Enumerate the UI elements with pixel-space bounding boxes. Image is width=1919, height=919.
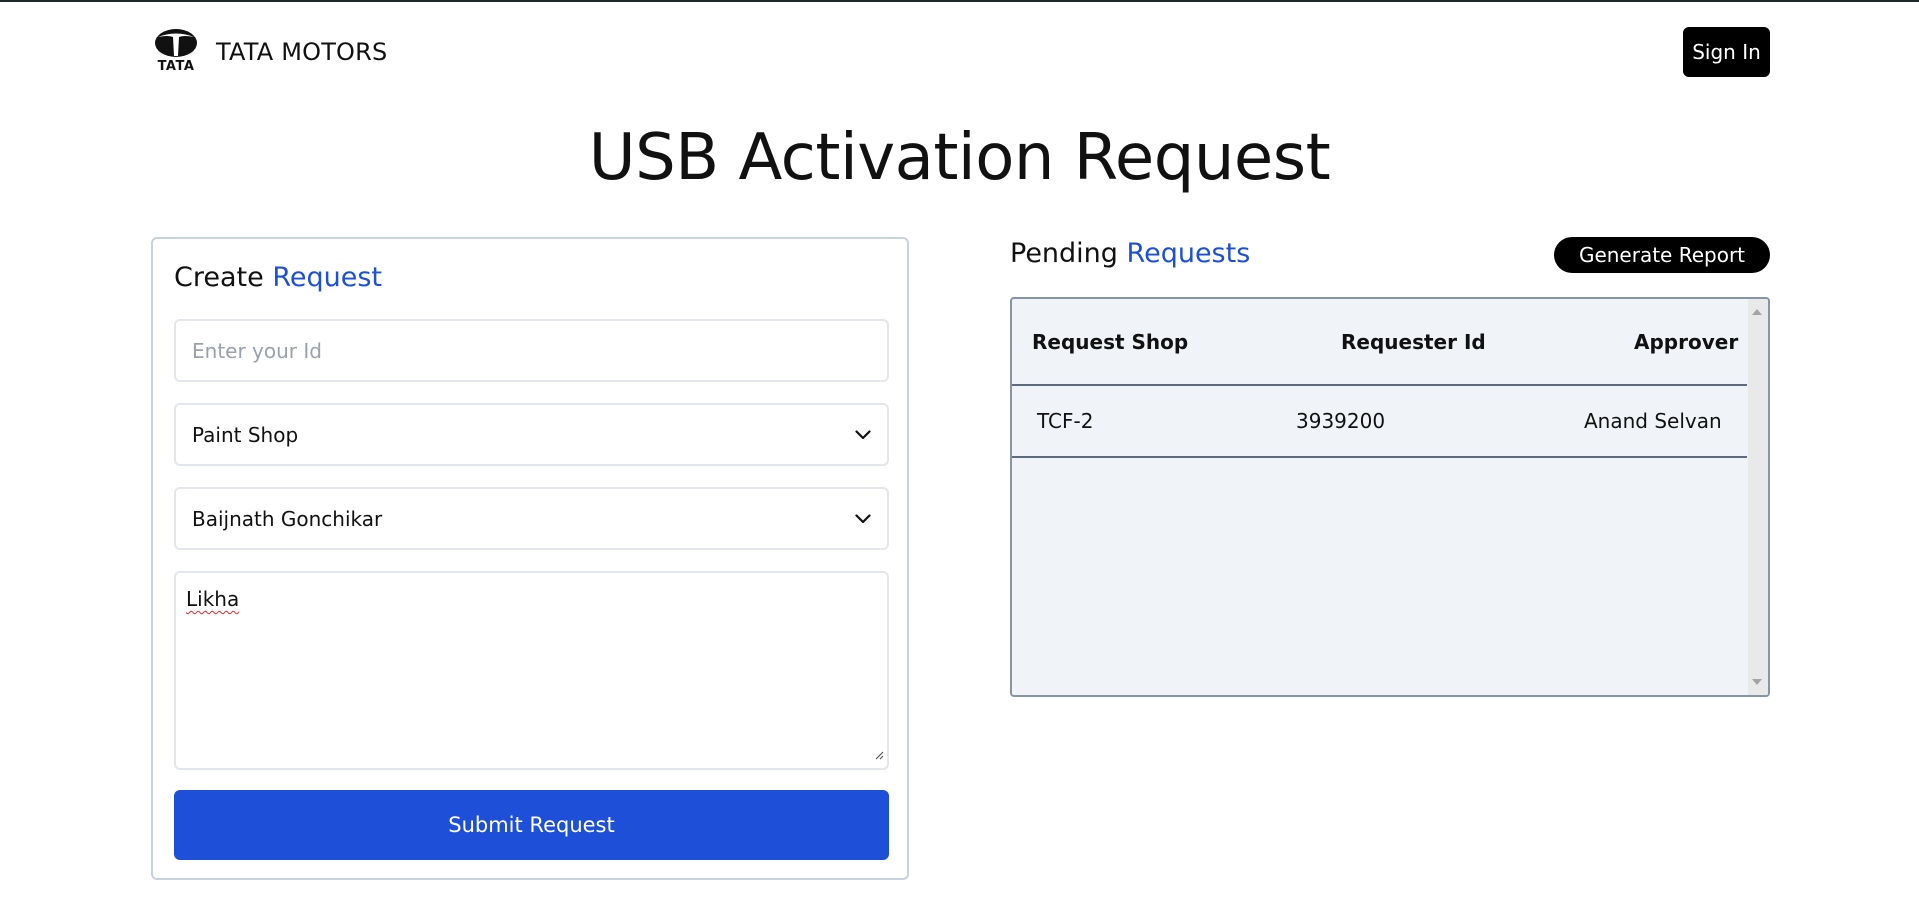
table-header-row: Request Shop Requester Id Approver [1012, 299, 1747, 386]
cell-requester-id: 3939200 [1296, 409, 1386, 433]
table-scrollbar[interactable] [1748, 299, 1768, 695]
create-request-heading: Create Request [174, 261, 382, 295]
generate-report-button[interactable]: Generate Report [1554, 237, 1770, 273]
id-field-wrapper [174, 319, 889, 382]
id-input[interactable] [192, 338, 871, 363]
column-header-request-shop: Request Shop [1032, 329, 1189, 354]
shop-select-value: Paint Shop [192, 422, 299, 447]
brand[interactable]: TATA TATA MOTORS [150, 28, 387, 76]
shop-select[interactable]: Paint Shop [174, 403, 889, 466]
approver-select[interactable]: Baijnath Gonchikar [174, 487, 889, 550]
create-request-card: Create Request Paint Shop Baijnath Gonch… [151, 237, 909, 880]
table-row[interactable]: TCF-2 3939200 Anand Selvan [1012, 386, 1747, 458]
scroll-up-icon[interactable] [1752, 309, 1762, 315]
create-request-heading-accent: Request [272, 262, 382, 293]
top-rule [0, 0, 1919, 2]
tata-logo-icon: TATA [150, 28, 202, 76]
chevron-down-icon [855, 513, 871, 524]
pending-requests-table[interactable]: Request Shop Requester Id Approver TCF-2… [1010, 297, 1770, 697]
pending-requests-heading: Pending Requests [1010, 236, 1250, 272]
reason-textarea-text: Likha [186, 587, 240, 611]
pending-requests-heading-accent: Requests [1126, 238, 1251, 269]
create-request-heading-plain: Create [174, 262, 264, 293]
column-header-approver: Approver [1634, 329, 1739, 354]
reason-textarea[interactable]: Likha [174, 571, 889, 770]
cell-approver: Anand Selvan [1584, 409, 1722, 433]
cell-request-shop: TCF-2 [1037, 409, 1094, 433]
table-body: Request Shop Requester Id Approver TCF-2… [1012, 299, 1747, 458]
brand-name: TATA MOTORS [216, 38, 388, 66]
page-title: USB Activation Request [588, 121, 1331, 195]
resize-grip-icon[interactable] [874, 741, 884, 765]
scroll-down-icon[interactable] [1752, 679, 1762, 685]
chevron-down-icon [855, 429, 871, 440]
approver-select-value: Baijnath Gonchikar [192, 506, 383, 531]
submit-request-button[interactable]: Submit Request [174, 790, 889, 860]
sign-in-button[interactable]: Sign In [1683, 27, 1770, 77]
column-header-requester-id: Requester Id [1341, 329, 1486, 354]
pending-requests-heading-plain: Pending [1010, 238, 1118, 269]
logo-wordmark: TATA [157, 59, 195, 74]
